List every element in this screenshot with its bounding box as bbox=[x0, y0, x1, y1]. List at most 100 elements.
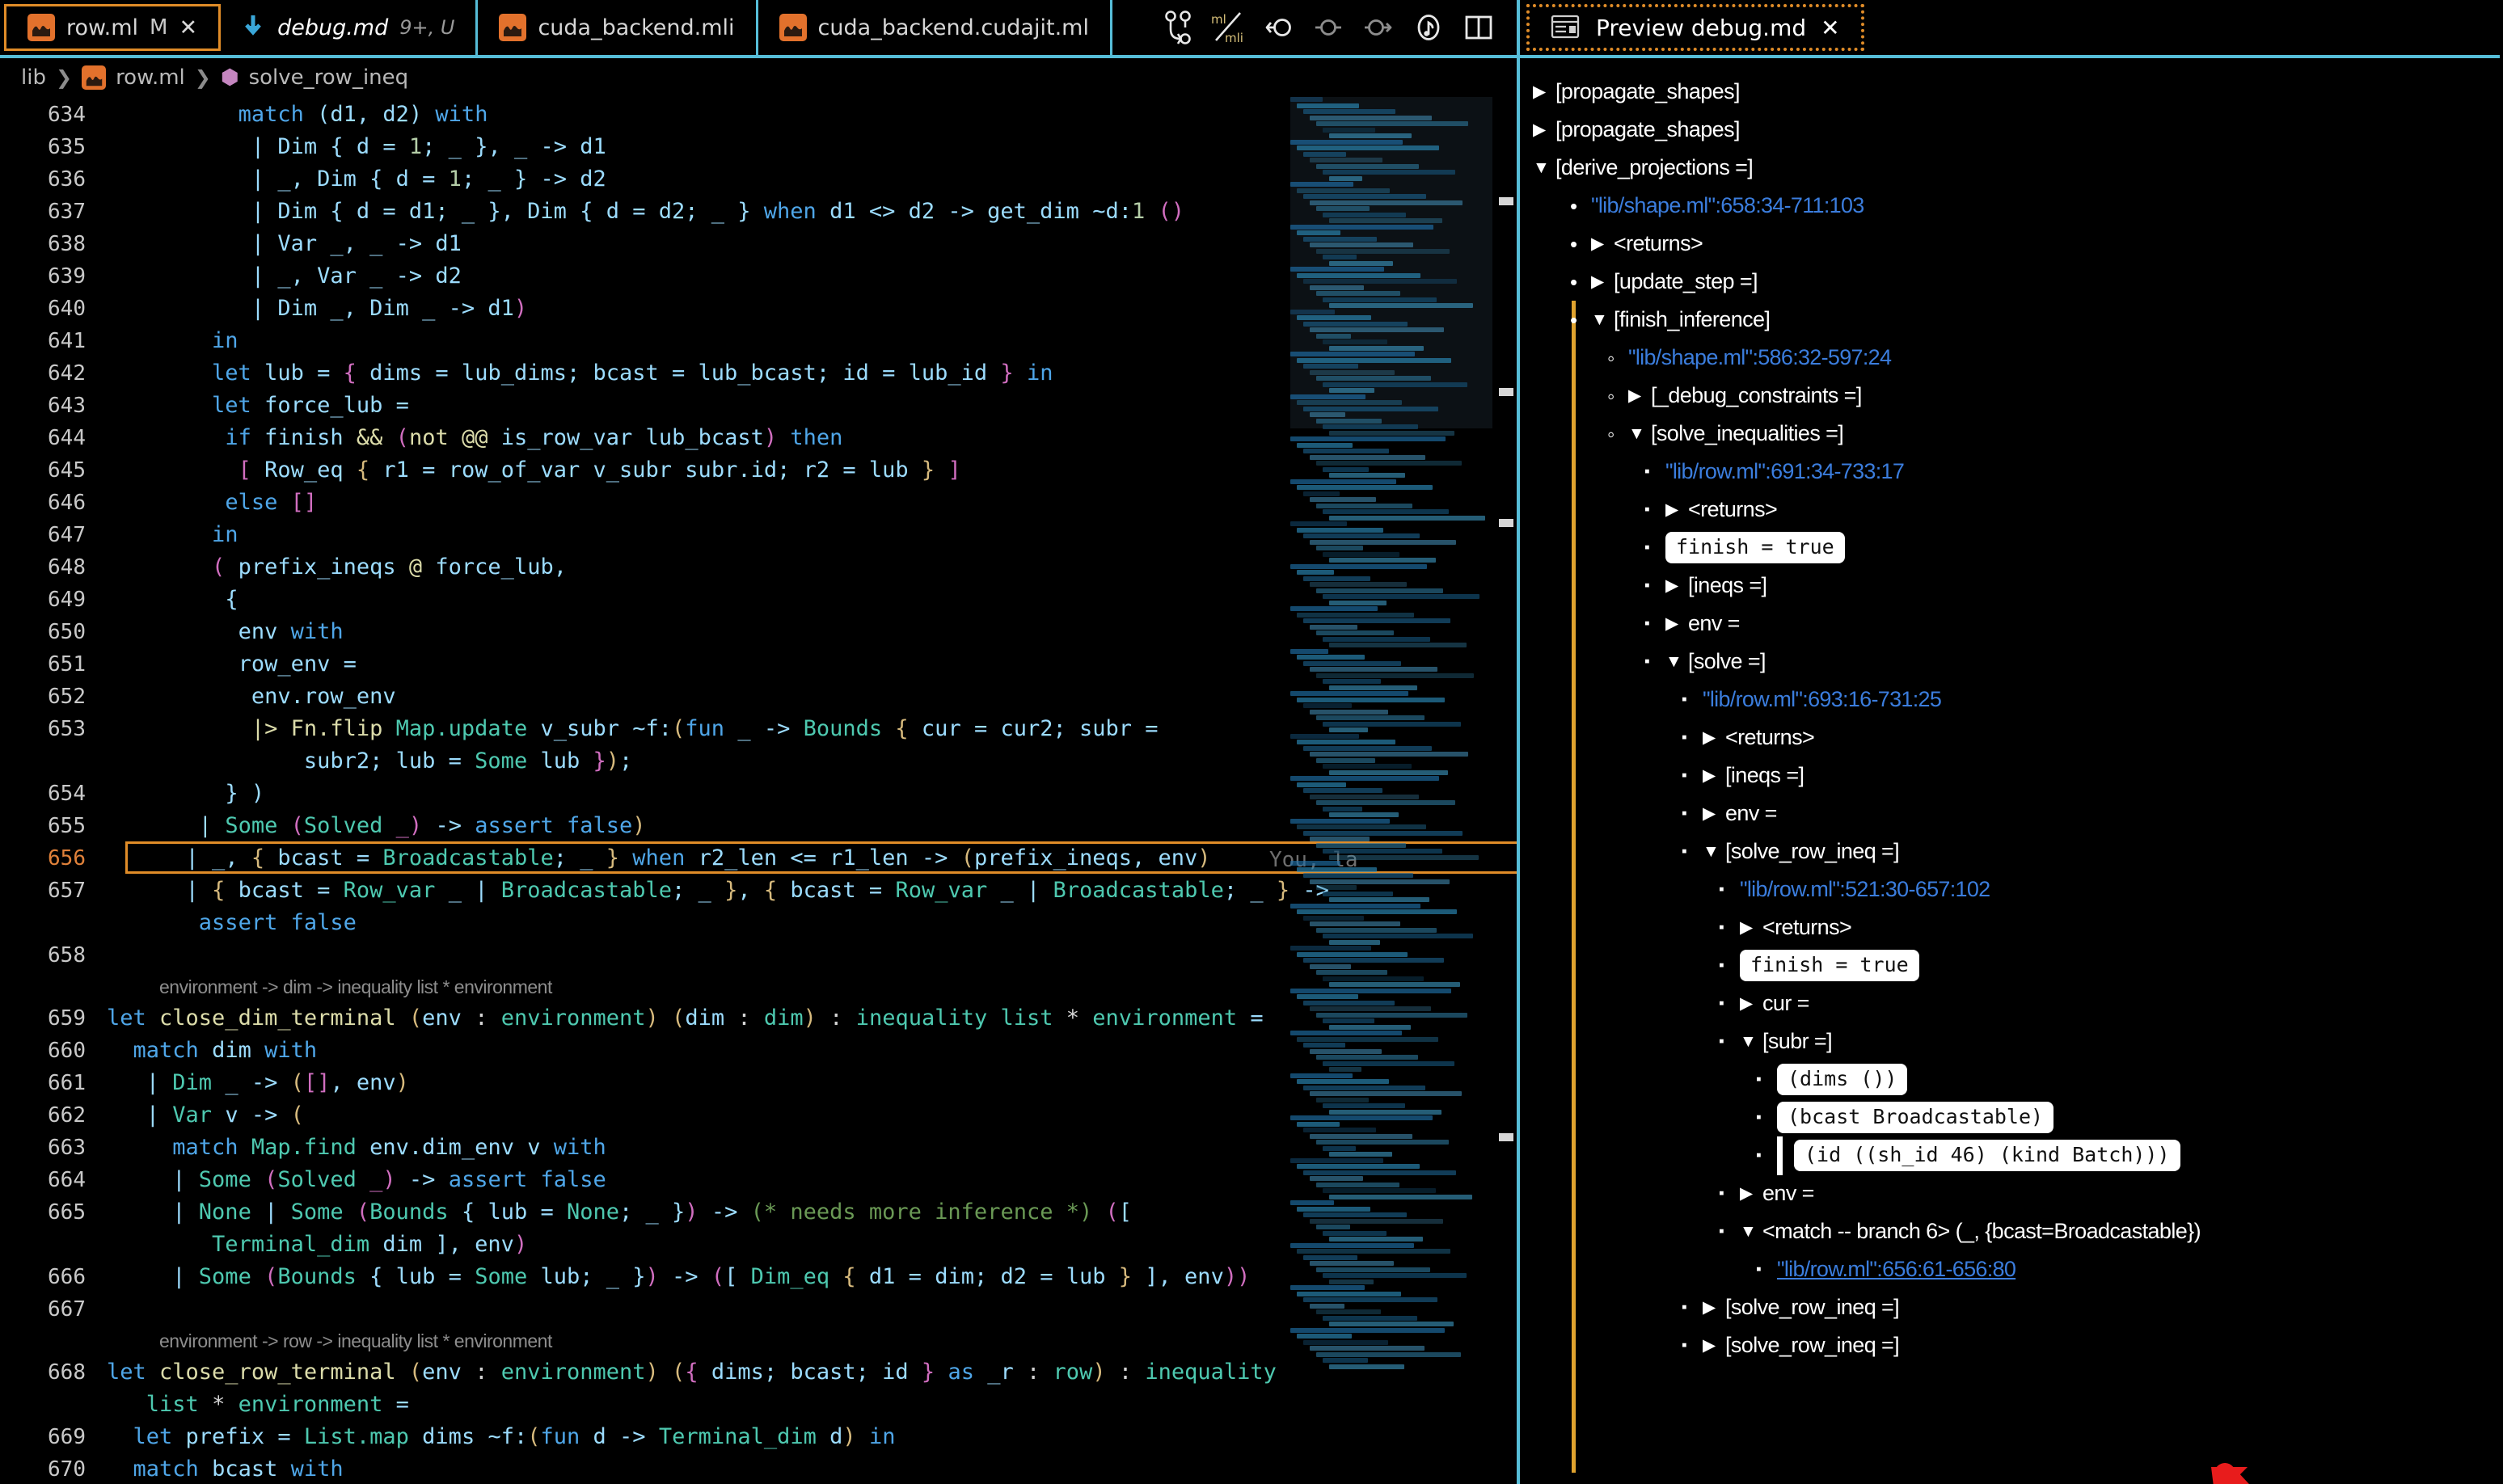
chevron-down-icon[interactable]: ▼ bbox=[1628, 425, 1646, 442]
tree-node[interactable]: ▪ "lib/row.ml":693:16-731:25 bbox=[1520, 681, 2500, 719]
tree-node[interactable]: ▪ (bcast Broadcastable) bbox=[1520, 1098, 2500, 1136]
tree-node[interactable]: ▪ ▼ [solve_row_ineq =] bbox=[1520, 833, 2500, 871]
source-location-link[interactable]: "lib/shape.ml":658:34-711:103 bbox=[1591, 193, 1864, 218]
source-location-link[interactable]: "lib/row.ml":656:61-656:80 bbox=[1777, 1257, 2016, 1282]
chevron-right-icon[interactable]: ▶ bbox=[1703, 729, 1720, 746]
tab-cu-truncated[interactable]: cu bbox=[1112, 0, 1133, 55]
chevron-right-icon[interactable]: ▶ bbox=[1665, 501, 1683, 518]
tree-node[interactable]: ▪ ▶ [solve_row_ineq =] bbox=[1520, 1326, 2500, 1364]
breadcrumb-item-lib[interactable]: lib bbox=[21, 65, 46, 90]
chevron-down-icon[interactable]: ▼ bbox=[1533, 159, 1551, 176]
go-back-icon[interactable] bbox=[1253, 2, 1303, 53]
chevron-down-icon[interactable]: ▼ bbox=[1665, 653, 1683, 670]
tab-row-ml[interactable]: row.ml M ✕ bbox=[4, 4, 222, 51]
tree-node[interactable]: ▪ ▶ <returns> bbox=[1520, 491, 2500, 529]
tab-cuda-backend-cudajit-ml[interactable]: cuda_backend.cudajit.ml bbox=[758, 0, 1112, 55]
breadcrumb-item-row-ml[interactable]: row.ml bbox=[116, 65, 185, 90]
chevron-down-icon[interactable]: ▼ bbox=[1703, 843, 1720, 860]
more-actions-icon[interactable]: ⋯ bbox=[1504, 2, 1517, 53]
code-token: as bbox=[948, 1360, 988, 1385]
split-editor-icon[interactable] bbox=[1454, 2, 1504, 53]
tree-node[interactable]: ◦ "lib/shape.ml":586:32-597:24 bbox=[1520, 339, 2500, 377]
tree-node[interactable]: ▪ ▶ env = bbox=[1520, 795, 2500, 833]
tree-node[interactable]: ▪ ▶ <returns> bbox=[1520, 909, 2500, 946]
tree-node[interactable]: ▪ ▼ [solve =] bbox=[1520, 643, 2500, 681]
chevron-right-icon[interactable]: ▶ bbox=[1740, 919, 1758, 936]
source-location-link[interactable]: "lib/row.ml":693:16-731:25 bbox=[1703, 687, 1942, 712]
minimap-line bbox=[1316, 885, 1357, 890]
tree-node[interactable]: ▪ ▼ <match -- branch 6> (_, {bcast=Broadca… bbox=[1520, 1212, 2500, 1250]
source-location-link[interactable]: "lib/shape.ml":586:32-597:24 bbox=[1628, 345, 1892, 370]
tree-node[interactable]: ▪ ▼ [subr =] bbox=[1520, 1022, 2500, 1060]
tree-node[interactable]: ▪ "lib/row.ml":691:34-733:17 bbox=[1520, 453, 2500, 491]
tree-node[interactable]: ▪ "lib/row.ml":656:61-656:80 bbox=[1520, 1250, 2500, 1288]
code-token: env.row_env bbox=[251, 684, 396, 709]
code-token: | bbox=[264, 1199, 291, 1225]
tree-node[interactable]: ▪ ▶ env = bbox=[1520, 605, 2500, 643]
minimap-line bbox=[1323, 849, 1442, 854]
tab-debug-md[interactable]: debug.md 9+, U bbox=[221, 0, 479, 55]
chevron-down-icon[interactable]: ▼ bbox=[1740, 1223, 1758, 1240]
tab-preview-debug-md[interactable]: Preview debug.md ✕ bbox=[1526, 4, 1864, 51]
minimap-line bbox=[1316, 1097, 1369, 1102]
chevron-right-icon[interactable]: ▶ bbox=[1703, 1337, 1720, 1354]
close-icon[interactable]: ✕ bbox=[179, 17, 197, 39]
tree-node[interactable]: ◦ ▼ [solve_inequalities =] bbox=[1520, 415, 2500, 453]
tree-node[interactable]: ▪ ▶ <returns> bbox=[1520, 719, 2500, 757]
minimap-line bbox=[1290, 776, 1439, 781]
run-icon[interactable] bbox=[1403, 2, 1454, 53]
source-location-link[interactable]: "lib/row.ml":521:30-657:102 bbox=[1740, 877, 1990, 902]
code-editor[interactable]: 634 match (d1, d2) with 635 | Dim { d = 1… bbox=[0, 97, 1517, 1484]
chevron-right-icon[interactable]: ▶ bbox=[1740, 995, 1758, 1012]
editor-scrollbar[interactable] bbox=[1492, 97, 1517, 1484]
code-token: environment bbox=[1092, 1005, 1251, 1031]
tree-node-label: <returns> bbox=[1725, 725, 1815, 749]
minimap-line bbox=[1290, 139, 1403, 145]
chevron-right-icon[interactable]: ▶ bbox=[1665, 577, 1683, 594]
chevron-right-icon[interactable]: ▶ bbox=[1533, 83, 1551, 100]
ml-mli-switch-icon[interactable]: ml mli bbox=[1203, 2, 1253, 53]
source-location-link[interactable]: "lib/row.ml":691:34-733:17 bbox=[1665, 459, 1905, 484]
tree-node[interactable]: • "lib/shape.ml":658:34-711:103 bbox=[1520, 187, 2500, 225]
tree-node[interactable]: • ▼ [finish_inference] bbox=[1520, 301, 2500, 339]
breadcrumb-item-solve-row-ineq[interactable]: solve_row_ineq bbox=[249, 65, 409, 90]
code-line: 647 in bbox=[0, 519, 1517, 551]
tree-node[interactable]: ▪ (dims ()) bbox=[1520, 1060, 2500, 1098]
chevron-down-icon[interactable]: ▼ bbox=[1740, 1033, 1758, 1050]
tree-node[interactable]: ▼ [derive_projections =] bbox=[1520, 149, 2500, 187]
breakpoint-circle-icon[interactable] bbox=[1303, 2, 1353, 53]
tree-node[interactable]: ▪ ▶ [solve_row_ineq =] bbox=[1520, 1288, 2500, 1326]
chevron-right-icon[interactable]: ▶ bbox=[1533, 121, 1551, 138]
chevron-right-icon[interactable]: ▶ bbox=[1591, 273, 1609, 290]
minimap-line bbox=[1297, 697, 1445, 702]
tree-node[interactable]: ▪ ▶ env = bbox=[1520, 1174, 2500, 1212]
tree-node[interactable]: • ▶ [update_step =] bbox=[1520, 263, 2500, 301]
source-control-icon[interactable] bbox=[1153, 2, 1203, 53]
chevron-right-icon[interactable]: ▶ bbox=[1665, 615, 1683, 632]
chevron-right-icon[interactable]: ▶ bbox=[1591, 235, 1609, 252]
tree-node[interactable]: ▪ finish = true bbox=[1520, 529, 2500, 567]
code-token: finish bbox=[264, 425, 357, 450]
chevron-down-icon[interactable]: ▼ bbox=[1591, 311, 1609, 328]
tree-node[interactable]: ▶ [propagate_shapes] bbox=[1520, 73, 2500, 111]
step-over-icon[interactable] bbox=[1353, 2, 1403, 53]
tree-node[interactable]: ▪ ▶ cur = bbox=[1520, 984, 2500, 1022]
tree-node[interactable]: ◦ ▶ [_debug_constraints =] bbox=[1520, 377, 2500, 415]
tree-node[interactable]: ▪ (id ((sh_id 46) (kind Batch))) bbox=[1520, 1136, 2500, 1175]
minimap-line bbox=[1310, 667, 1437, 672]
chevron-right-icon[interactable]: ▶ bbox=[1703, 767, 1720, 784]
chevron-right-icon[interactable]: ▶ bbox=[1628, 387, 1646, 404]
minimap[interactable] bbox=[1290, 97, 1492, 1484]
chevron-right-icon[interactable]: ▶ bbox=[1740, 1185, 1758, 1202]
tree-node[interactable]: ▪ finish = true bbox=[1520, 946, 2500, 984]
chevron-right-icon[interactable]: ▶ bbox=[1703, 1299, 1720, 1316]
tree-node[interactable]: ▪ "lib/row.ml":521:30-657:102 bbox=[1520, 871, 2500, 909]
tree-node[interactable]: • ▶ <returns> bbox=[1520, 225, 2500, 263]
tab-cuda-backend-mli[interactable]: cuda_backend.mli bbox=[478, 0, 758, 55]
chevron-right-icon[interactable]: ▶ bbox=[1703, 805, 1720, 822]
tree-node[interactable]: ▪ ▶ [ineqs =] bbox=[1520, 757, 2500, 795]
debug-tree[interactable]: ▶ [propagate_shapes] ▶ [propagate_shapes] ▼[… bbox=[1520, 58, 2500, 1484]
close-icon[interactable]: ✕ bbox=[1821, 15, 1839, 41]
tree-node[interactable]: ▪ ▶ [ineqs =] bbox=[1520, 567, 2500, 605]
tree-node[interactable]: ▶ [propagate_shapes] bbox=[1520, 111, 2500, 149]
